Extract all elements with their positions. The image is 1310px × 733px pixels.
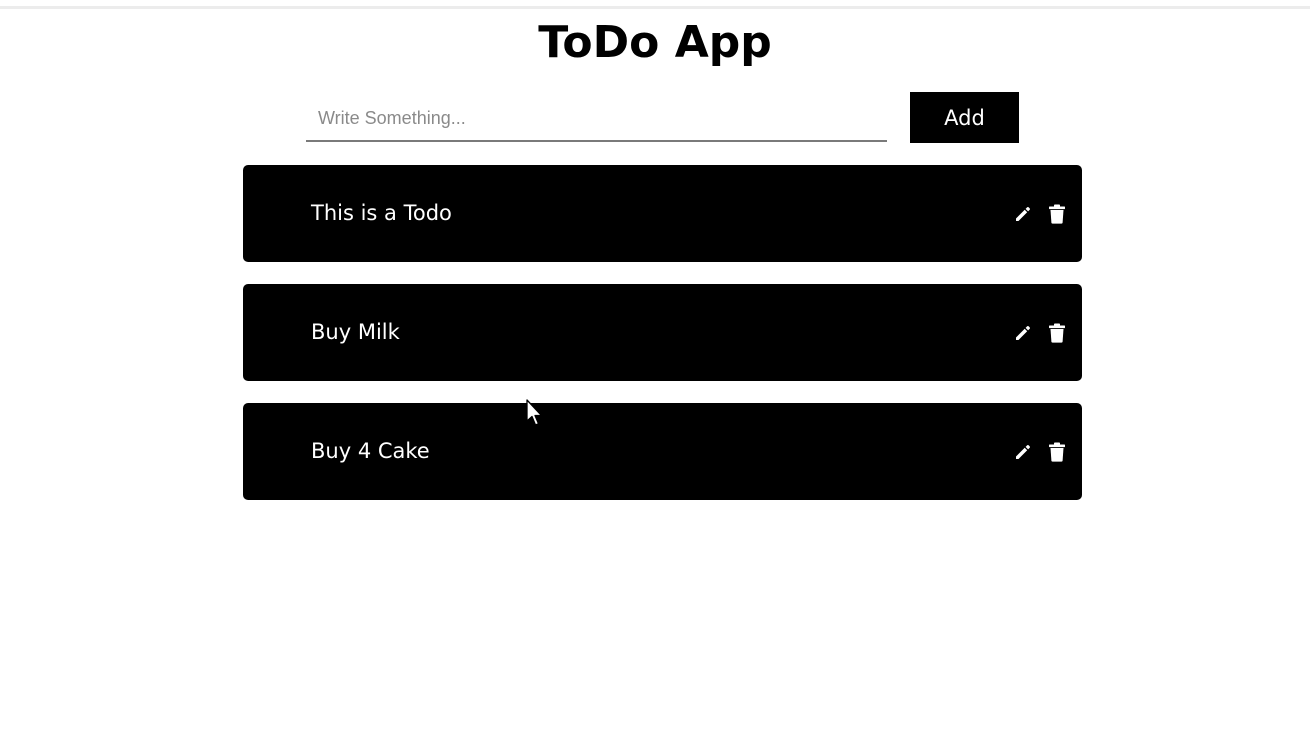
trash-icon[interactable] [1047, 203, 1067, 225]
todo-actions [1013, 203, 1067, 225]
todo-item: Buy Milk [243, 284, 1082, 381]
pencil-icon[interactable] [1013, 322, 1033, 344]
todo-actions [1013, 322, 1067, 344]
todo-input[interactable] [306, 96, 887, 142]
todo-list: This is a Todo Buy Milk Buy 4 Cake [243, 165, 1082, 522]
trash-icon[interactable] [1047, 441, 1067, 463]
pencil-icon[interactable] [1013, 203, 1033, 225]
add-button[interactable]: Add [910, 92, 1019, 143]
todo-actions [1013, 441, 1067, 463]
todo-text: Buy 4 Cake [311, 439, 430, 463]
top-divider [0, 6, 1310, 9]
pencil-icon[interactable] [1013, 441, 1033, 463]
page-title: ToDo App [538, 17, 772, 68]
todo-item: This is a Todo [243, 165, 1082, 262]
todo-text: Buy Milk [311, 320, 400, 344]
todo-text: This is a Todo [311, 201, 452, 225]
todo-page: ToDo App Add This is a Todo [0, 0, 1310, 733]
todo-item: Buy 4 Cake [243, 403, 1082, 500]
mouse-cursor-icon [526, 399, 543, 426]
trash-icon[interactable] [1047, 322, 1067, 344]
